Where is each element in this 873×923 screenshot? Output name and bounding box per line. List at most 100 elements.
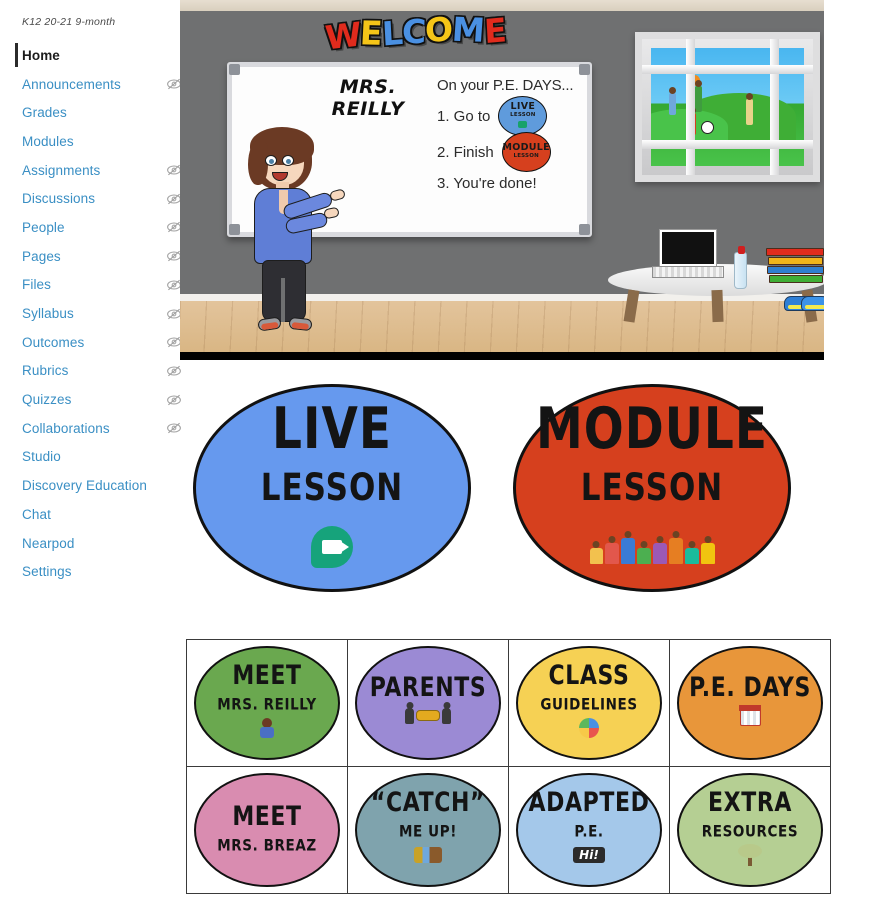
tile-line-1: P.E. DAYS — [689, 673, 811, 704]
sidebar-item-label: Settings — [22, 564, 72, 580]
tile-button-catch[interactable]: “CATCH” ME UP! — [355, 773, 501, 887]
stack-of-books-icon — [766, 248, 824, 288]
teacher-bitmoji-avatar — [236, 127, 356, 343]
mini-google-meet-icon — [518, 120, 528, 130]
tile-button-extra[interactable]: EXTRA RESOURCES — [677, 773, 823, 887]
big-button-line-2: LESSON — [580, 466, 724, 510]
tile-line-1: MEET — [232, 660, 302, 691]
tile-button-meet[interactable]: MEET MRS. REILLY — [194, 646, 340, 760]
sidebar-item-label: Collaborations — [22, 420, 110, 436]
welcome-letter: O — [424, 9, 453, 51]
hi-speech-bubble-icon: Hi! — [573, 843, 605, 868]
sidebar-item-discussions[interactable]: Discussions — [0, 184, 181, 213]
sidebar-item-collaborations[interactable]: Collaborations — [0, 414, 181, 443]
mini-live-lesson-oval: LIVE LESSON — [498, 96, 548, 136]
welcome-letter: M — [450, 9, 486, 50]
sidebar-item-files[interactable]: Files — [0, 271, 181, 300]
tile-line-1: MEET — [232, 801, 302, 832]
big-button-line-2: LESSON — [260, 466, 404, 510]
mini-module-line-2: LESSON — [513, 152, 539, 159]
tile-line-1: PARENTS — [369, 673, 487, 704]
sidebar-item-modules[interactable]: Modules — [0, 127, 180, 156]
sidebar-item-label: Rubrics — [22, 363, 69, 379]
instructions-heading: On your P.E. DAYS... — [437, 77, 574, 94]
tile-line-2: P.E. — [574, 822, 604, 841]
mini-module-line-1: MODULE — [502, 141, 550, 153]
tile-cell: CLASS GUIDELINES — [508, 639, 670, 767]
sidebar-item-label: Announcements — [22, 76, 121, 92]
sidebar-item-chat[interactable]: Chat — [0, 500, 180, 529]
sidebar-item-label: Home — [22, 47, 60, 63]
welcome-letter: C — [401, 12, 426, 52]
tile-line-2: MRS. BREAZ — [217, 836, 317, 855]
big-button-live[interactable]: LIVE LESSON — [193, 384, 471, 592]
sidebar-item-label: People — [22, 219, 65, 235]
sidebar-item-studio[interactable]: Studio — [0, 443, 180, 472]
instruction-step-2: 2. Finish MODULE LESSON — [437, 132, 602, 172]
tile-line-2: ME UP! — [399, 822, 457, 841]
welcome-word-art: WELCOME — [323, 9, 507, 58]
step-1-text: 1. Go to — [437, 107, 491, 125]
tile-button-meet[interactable]: MEET MRS. BREAZ — [194, 773, 340, 887]
sidebar-item-outcomes[interactable]: Outcomes — [0, 328, 181, 357]
desk-with-laptop — [608, 230, 824, 323]
water-bottle-icon — [734, 246, 747, 289]
sidebar-item-settings[interactable]: Settings — [0, 557, 180, 586]
sidebar-item-syllabus[interactable]: Syllabus — [0, 299, 181, 328]
sidebar-item-people[interactable]: People — [0, 213, 181, 242]
course-home-content: WELCOME MRS. REILLY On your P.E. DAYS...… — [180, 0, 873, 923]
welcome-letter: E — [483, 10, 507, 52]
sneakers-icon — [784, 292, 824, 314]
big-button-module[interactable]: MODULE LESSON — [513, 384, 791, 592]
tile-line-1: CLASS — [548, 660, 630, 691]
tile-button-parents[interactable]: PARENTS — [355, 646, 501, 760]
sidebar-item-nearpod[interactable]: Nearpod — [0, 529, 180, 558]
tile-cell: MEET MRS. REILLY — [186, 639, 348, 767]
sidebar-item-grades[interactable]: Grades — [0, 98, 180, 127]
sidebar-item-pages[interactable]: Pages — [0, 242, 181, 271]
mini-module-lesson-oval: MODULE LESSON — [501, 132, 551, 172]
tile-row: MEET MRS. REILLY PARENTS CLASS GUIDELINES P.E… — [186, 639, 831, 767]
instruction-step-3: 3. You're done! — [437, 175, 537, 192]
sidebar-item-label: Discovery Education — [22, 478, 147, 494]
banner-ceiling — [180, 0, 824, 11]
sidebar-item-assignments[interactable]: Assignments — [0, 156, 181, 185]
sidebar-item-home[interactable]: Home — [0, 41, 180, 70]
primary-lesson-buttons: LIVE LESSON MODULE LESSON — [193, 384, 833, 592]
whiteboard-corner — [579, 224, 590, 235]
tile-button-p-e-days[interactable]: P.E. DAYS — [677, 646, 823, 760]
sidebar-item-label: Syllabus — [22, 306, 74, 322]
cleanup-clutter-icon — [414, 843, 442, 868]
sidebar-item-rubrics[interactable]: Rubrics — [0, 357, 181, 386]
whiteboard-corner — [229, 64, 240, 75]
welcome-letter: W — [323, 14, 363, 58]
sidebar-item-label: Grades — [22, 105, 67, 121]
mini-live-line-1: LIVE — [510, 101, 536, 113]
sidebar-item-label: Assignments — [22, 162, 101, 178]
tile-cell: EXTRA RESOURCES — [669, 766, 831, 894]
globe-icon — [579, 716, 599, 741]
big-button-line-1: LIVE — [272, 395, 392, 463]
sidebar-item-quizzes[interactable]: Quizzes — [0, 385, 181, 414]
google-meet-icon — [311, 526, 353, 569]
tile-cell: “CATCH” ME UP! — [347, 766, 509, 894]
instruction-step-1: 1. Go to LIVE LESSON — [437, 96, 602, 136]
welcome-letter: E — [359, 13, 383, 53]
tile-line-1: ADAPTED — [528, 787, 650, 818]
sidebar-item-label: Discussions — [22, 191, 96, 207]
welcome-letter: L — [380, 13, 404, 54]
tile-cell: MEET MRS. BREAZ — [186, 766, 348, 894]
banner-bottom-bar — [180, 352, 824, 360]
tile-cell: P.E. DAYS — [669, 639, 831, 767]
tile-button-adapted[interactable]: ADAPTED P.E. Hi! — [516, 773, 662, 887]
tile-button-class[interactable]: CLASS GUIDELINES — [516, 646, 662, 760]
teacher-name-line-1: MRS. — [339, 76, 397, 98]
tile-cell: ADAPTED P.E. Hi! — [508, 766, 670, 894]
tile-cell: PARENTS — [347, 639, 509, 767]
sidebar-item-label: Files — [22, 277, 52, 293]
sidebar-item-label: Chat — [22, 506, 51, 522]
tile-row: MEET MRS. BREAZ “CATCH” ME UP! ADAPTED P.E. Hi… — [186, 766, 831, 894]
resource-tile-grid: MEET MRS. REILLY PARENTS CLASS GUIDELINES P.E… — [186, 639, 831, 894]
sidebar-item-discovery-education[interactable]: Discovery Education — [0, 471, 180, 500]
sidebar-item-announcements[interactable]: Announcements — [0, 70, 181, 99]
